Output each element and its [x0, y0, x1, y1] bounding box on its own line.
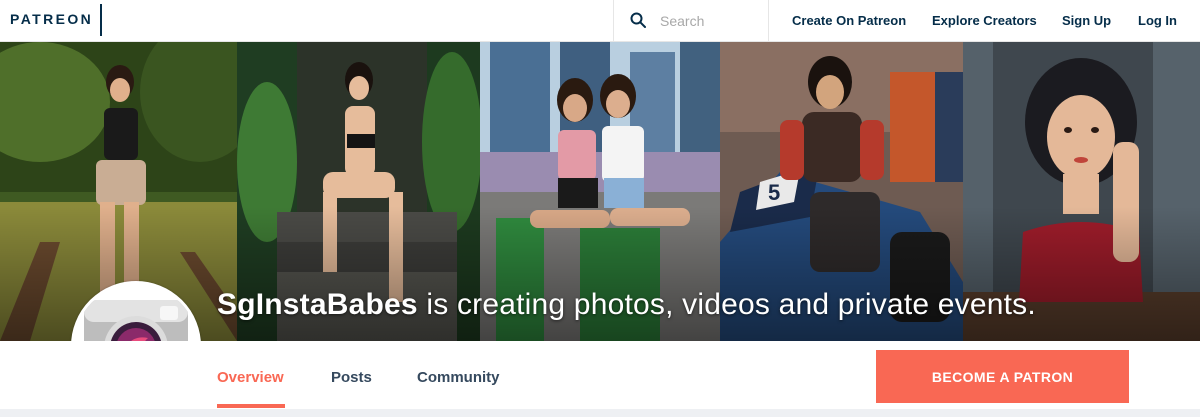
log-in-link[interactable]: Log In	[1138, 13, 1177, 28]
patreon-logo[interactable]: PATREON	[10, 11, 93, 27]
tab-community[interactable]: Community	[417, 369, 500, 386]
create-on-patreon-link[interactable]: Create On Patreon	[792, 13, 906, 28]
creator-tagline: is creating photos, videos and private e…	[417, 288, 1036, 321]
tab-overview[interactable]: Overview	[217, 369, 284, 386]
creator-headline: SgInstaBabes is creating photos, videos …	[217, 288, 1036, 322]
search-input[interactable]	[660, 11, 760, 31]
page-divider	[0, 409, 1200, 417]
cover-banner: 5 SgInstaBabes is creating	[0, 42, 1200, 341]
search-box[interactable]	[613, 0, 769, 42]
active-tab-indicator	[217, 404, 285, 408]
explore-creators-link[interactable]: Explore Creators	[932, 13, 1037, 28]
creator-name: SgInstaBabes	[217, 288, 418, 321]
sign-up-link[interactable]: Sign Up	[1062, 13, 1111, 28]
top-nav: PATREON Create On Patreon Explore Creato…	[0, 0, 1200, 42]
become-a-patron-button[interactable]: BECOME A PATRON	[876, 350, 1129, 403]
search-icon	[630, 12, 646, 28]
creator-tabs: Overview Posts Community BECOME A PATRON	[0, 341, 1200, 409]
logo-divider	[100, 4, 102, 36]
tab-posts[interactable]: Posts	[331, 369, 372, 386]
